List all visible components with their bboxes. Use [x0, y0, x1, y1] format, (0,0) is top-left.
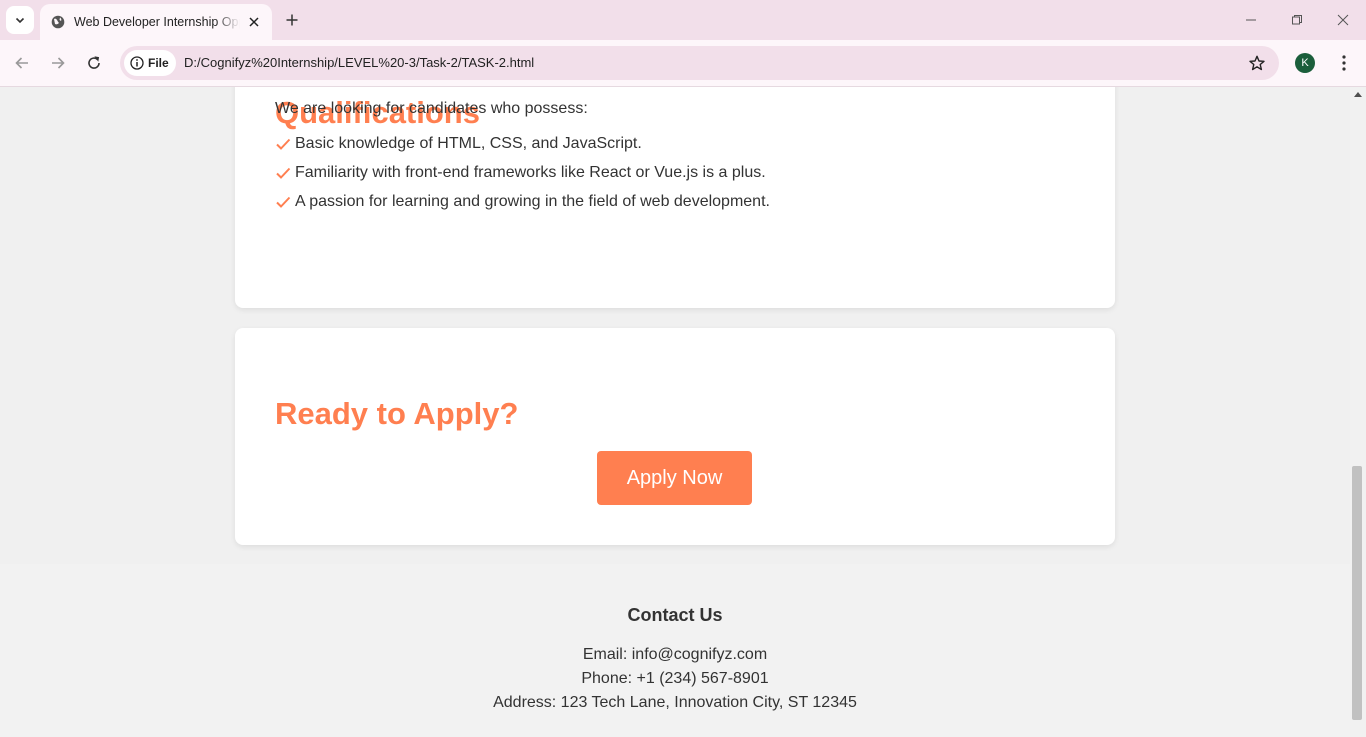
arrow-left-icon	[15, 57, 28, 69]
list-item: Familiarity with front-end frameworks li…	[275, 164, 770, 193]
back-button[interactable]	[7, 48, 37, 78]
plus-icon	[286, 14, 298, 26]
qualification-text: Familiarity with front-end frameworks li…	[295, 164, 766, 181]
close-tab-button[interactable]	[244, 12, 264, 32]
check-icon	[276, 167, 291, 179]
apply-heading: Ready to Apply?	[275, 396, 519, 431]
info-icon	[130, 56, 144, 70]
list-item: Basic knowledge of HTML, CSS, and JavaSc…	[275, 135, 770, 164]
browser-tab[interactable]: Web Developer Internship Opportunity	[40, 4, 272, 40]
page-scrollbar[interactable]	[1350, 87, 1366, 737]
qualification-text: A passion for learning and growing in th…	[295, 193, 770, 210]
profile-avatar[interactable]: K	[1295, 53, 1315, 73]
minimize-icon	[1246, 19, 1256, 21]
contact-email: Email: info@cognifyz.com	[582, 646, 768, 663]
reload-icon	[88, 56, 100, 69]
forward-button[interactable]	[43, 48, 73, 78]
close-icon	[249, 17, 259, 27]
contact-address: Address: 123 Tech Lane, Innovation City,…	[493, 694, 857, 711]
qualifications-intro: We are looking for candidates who posses…	[275, 100, 588, 117]
restore-icon	[1292, 15, 1302, 25]
browser-menu-button[interactable]	[1334, 52, 1354, 74]
globe-icon	[50, 14, 66, 30]
contact-footer: Contact Us Email: info@cognifyz.com Phon…	[0, 564, 1350, 737]
minimize-button[interactable]	[1235, 6, 1267, 34]
site-info-button[interactable]: File	[124, 50, 176, 76]
close-icon	[1337, 14, 1349, 26]
restore-button[interactable]	[1281, 6, 1313, 34]
apply-now-button[interactable]: Apply Now	[597, 451, 752, 505]
check-icon	[276, 196, 291, 208]
arrow-right-icon	[52, 57, 65, 69]
page-viewport: Qualifications We are looking for candid…	[0, 87, 1350, 737]
new-tab-button[interactable]	[280, 8, 304, 32]
browser-tab-bar: Web Developer Internship Opportunity	[0, 0, 1366, 40]
address-bar[interactable]: File D:/Cognifyz%20Internship/LEVEL%20-3…	[120, 46, 1279, 80]
browser-toolbar: File D:/Cognifyz%20Internship/LEVEL%20-3…	[0, 40, 1366, 87]
chevron-down-icon	[15, 17, 25, 24]
qualifications-card: Qualifications We are looking for candid…	[235, 87, 1115, 308]
close-window-button[interactable]	[1327, 6, 1359, 34]
url-text[interactable]: D:/Cognifyz%20Internship/LEVEL%20-3/Task…	[184, 55, 534, 70]
contact-phone: Phone: +1 (234) 567-8901	[581, 670, 769, 687]
scrollbar-thumb[interactable]	[1352, 466, 1362, 720]
qualifications-list: Basic knowledge of HTML, CSS, and JavaSc…	[275, 135, 770, 222]
tab-search-button[interactable]	[6, 6, 34, 34]
qualification-text: Basic knowledge of HTML, CSS, and JavaSc…	[295, 135, 642, 152]
tab-title: Web Developer Internship Opportunity	[74, 15, 240, 29]
check-icon	[276, 138, 291, 150]
list-item: A passion for learning and growing in th…	[275, 193, 770, 222]
site-chip-label: File	[148, 56, 169, 70]
scroll-up-arrow-icon[interactable]	[1354, 92, 1362, 97]
star-icon	[1249, 55, 1265, 71]
contact-heading: Contact Us	[627, 605, 723, 625]
bookmark-button[interactable]	[1247, 53, 1267, 73]
more-vertical-icon	[1342, 55, 1346, 71]
reload-button[interactable]	[79, 48, 109, 78]
apply-card: Ready to Apply? Apply Now	[235, 328, 1115, 545]
